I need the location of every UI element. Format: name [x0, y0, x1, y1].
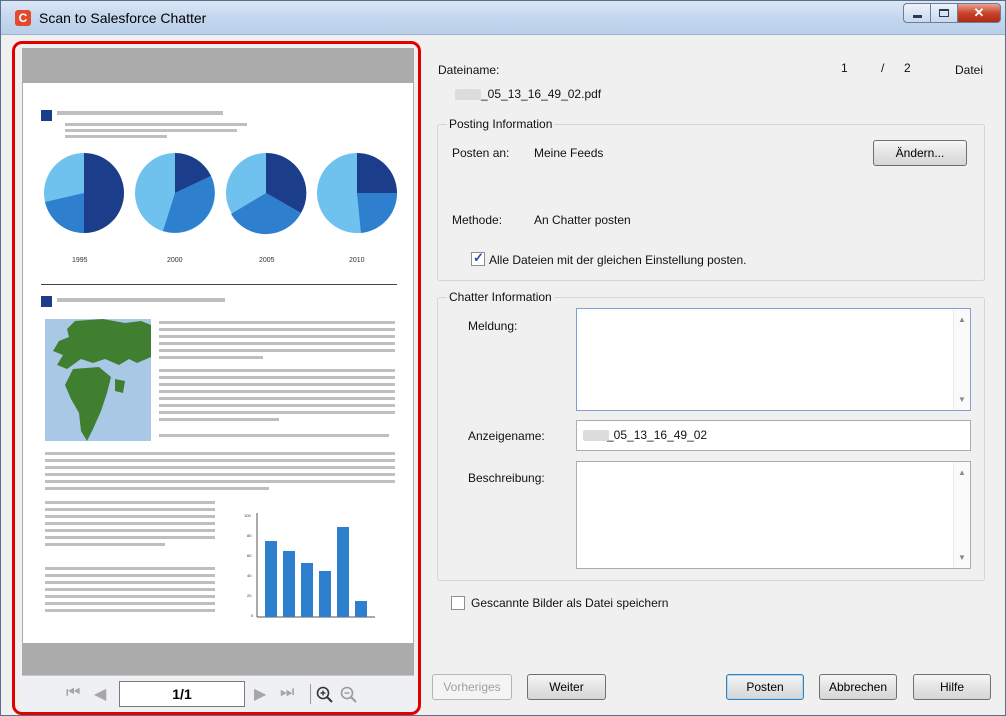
- previous-button[interactable]: Vorheriges: [432, 674, 512, 700]
- posting-information-legend: Posting Information: [447, 117, 555, 131]
- next-button[interactable]: Weiter: [527, 674, 606, 700]
- maximize-button[interactable]: [930, 3, 957, 23]
- redacted-prefix: [455, 89, 481, 100]
- message-textarea[interactable]: ▲ ▼: [576, 308, 971, 411]
- redacted-prefix: [583, 430, 609, 441]
- description-scrollbar[interactable]: ▲ ▼: [953, 462, 970, 568]
- close-icon: ✕: [973, 5, 985, 20]
- post-to-label: Posten an:: [452, 146, 510, 160]
- save-images-checkbox[interactable]: [451, 596, 465, 610]
- minimize-button[interactable]: [903, 3, 930, 23]
- file-counter-unit: Datei: [955, 63, 984, 77]
- file-counter-current: 1: [841, 61, 848, 75]
- title-bar: C Scan to Salesforce Chatter ✕: [1, 1, 1005, 35]
- scroll-up-icon[interactable]: ▲: [958, 315, 966, 324]
- file-counter-total: 2: [904, 61, 911, 75]
- post-all-files-label: Alle Dateien mit der gleichen Einstellun…: [489, 253, 747, 267]
- window-title: Scan to Salesforce Chatter: [39, 10, 207, 26]
- scroll-down-icon[interactable]: ▼: [958, 395, 966, 404]
- file-name-value: _05_13_16_49_02.pdf: [481, 87, 602, 101]
- window-controls: ✕: [903, 3, 1001, 23]
- display-name-input[interactable]: _05_13_16_49_02: [576, 420, 971, 451]
- help-button[interactable]: Hilfe: [913, 674, 991, 700]
- checkmark-icon: ✓: [473, 250, 484, 265]
- post-to-value: Meine Feeds: [534, 146, 604, 160]
- save-images-label: Gescannte Bilder als Datei speichern: [471, 596, 669, 610]
- message-scrollbar[interactable]: ▲ ▼: [953, 309, 970, 410]
- post-all-files-checkbox[interactable]: ✓: [471, 250, 485, 266]
- description-label: Beschreibung:: [468, 471, 545, 485]
- display-name-label: Anzeigename:: [468, 429, 545, 443]
- message-label: Meldung:: [468, 319, 518, 333]
- close-button[interactable]: ✕: [957, 3, 1001, 23]
- scroll-down-icon[interactable]: ▼: [958, 553, 966, 562]
- description-textarea[interactable]: ▲ ▼: [576, 461, 971, 569]
- change-button[interactable]: Ändern...: [873, 140, 967, 166]
- file-counter-separator: /: [881, 61, 885, 75]
- scroll-up-icon[interactable]: ▲: [958, 468, 966, 477]
- salesforce-c-icon: C: [15, 10, 31, 26]
- method-value: An Chatter posten: [534, 213, 631, 227]
- method-label: Methode:: [452, 213, 503, 227]
- cancel-button[interactable]: Abbrechen: [819, 674, 897, 700]
- file-name-label: Dateiname:: [438, 63, 500, 77]
- chatter-information-legend: Chatter Information: [447, 290, 554, 304]
- app-window: C Scan to Salesforce Chatter ✕ 1995 2000…: [0, 0, 1006, 716]
- post-button[interactable]: Posten: [726, 674, 804, 700]
- maximize-icon: [939, 9, 949, 17]
- minimize-icon: [912, 14, 922, 18]
- preview-highlight-frame: [12, 41, 421, 715]
